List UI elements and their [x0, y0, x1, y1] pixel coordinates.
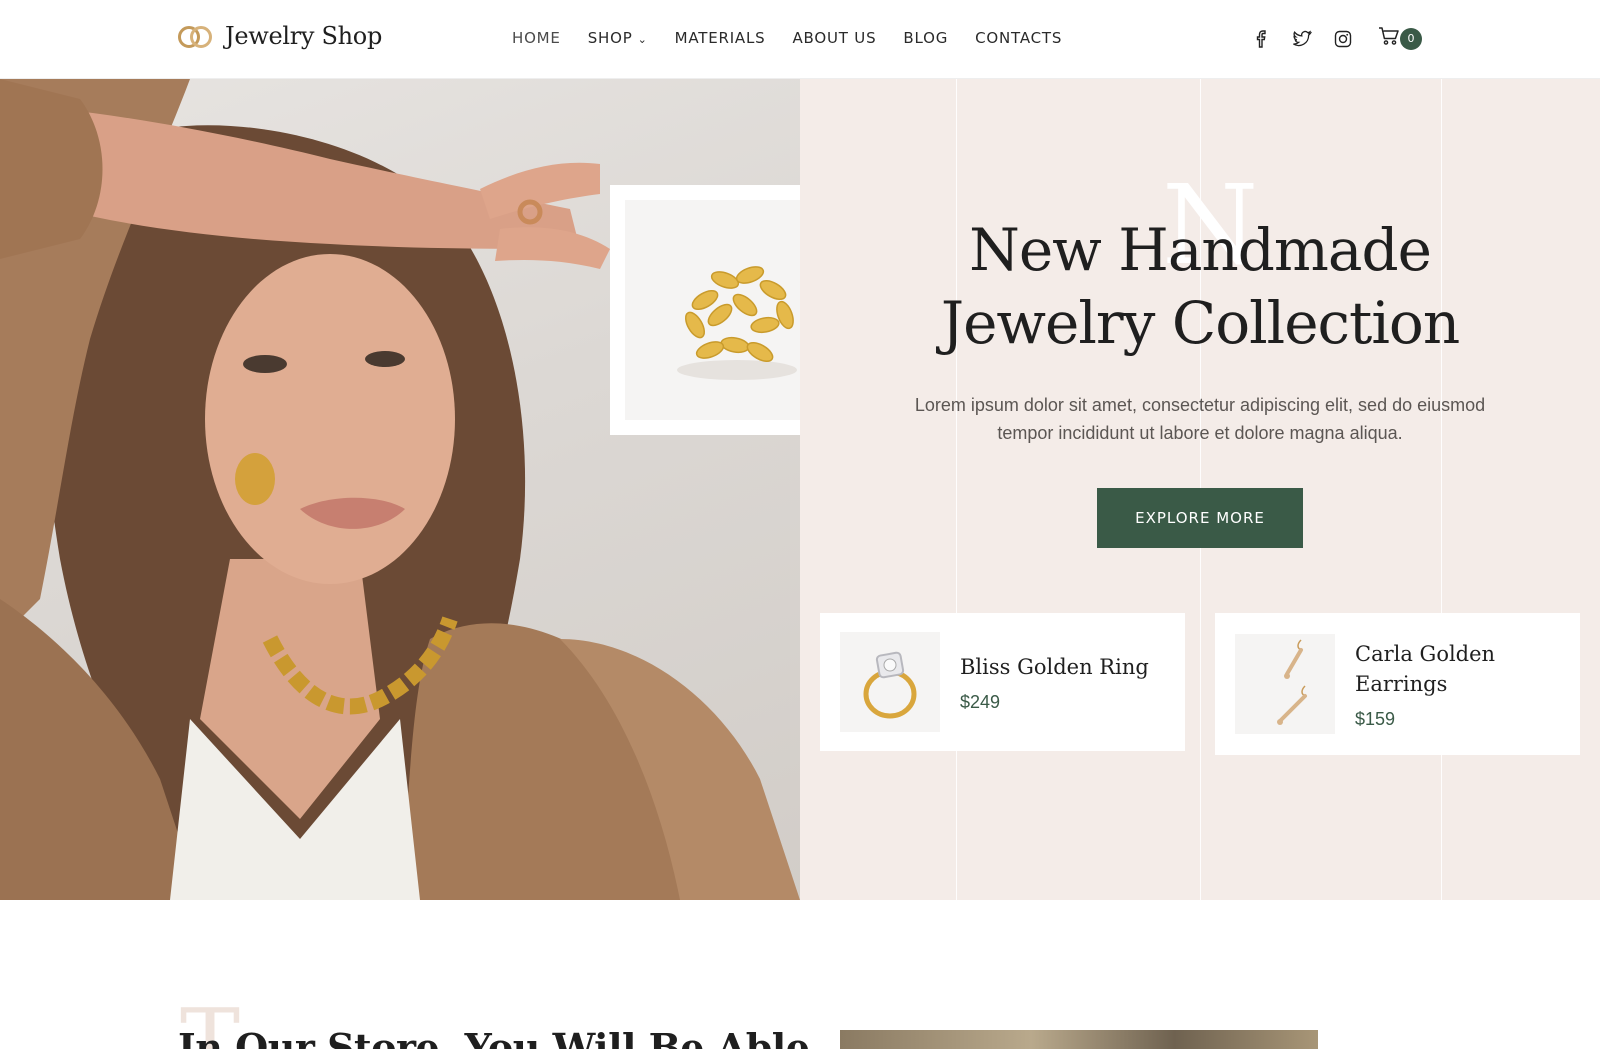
product-card-bliss-ring[interactable]: Bliss Golden Ring $249: [820, 613, 1185, 751]
section-title: In Our Store, You Will Be Able: [178, 1025, 810, 1049]
cart-button[interactable]: 0: [1378, 26, 1422, 51]
cart-icon: [1378, 26, 1400, 51]
cart-count-badge: 0: [1400, 27, 1422, 50]
nav-materials[interactable]: MATERIALS: [675, 29, 766, 47]
instagram-icon[interactable]: [1330, 26, 1356, 52]
site-logo[interactable]: Jewelry Shop: [178, 22, 382, 50]
hero-title: New Handmade Jewelry Collection: [900, 214, 1500, 360]
nav-home-label: HOME: [512, 29, 561, 47]
nav-contacts[interactable]: CONTACTS: [975, 29, 1062, 47]
product-info: Carla Golden Earrings $159: [1355, 639, 1505, 730]
nav-contacts-label: CONTACTS: [975, 29, 1063, 47]
nav-blog[interactable]: BLOG: [903, 29, 948, 47]
store-photo: [840, 1030, 1318, 1049]
site-header: Jewelry Shop HOME SHOP ⌄ MATERIALS ABOUT …: [0, 0, 1600, 79]
hero-description: Lorem ipsum dolor sit amet, consectetur …: [914, 395, 1486, 443]
gold-ring-thumbnail: [840, 632, 940, 732]
product-name: Carla Golden Earrings: [1355, 641, 1496, 696]
decor-line: [1441, 79, 1442, 900]
nav-home[interactable]: HOME: [512, 29, 561, 47]
nav-shop-label: SHOP: [587, 29, 633, 47]
product-name: Bliss Golden Ring: [960, 654, 1149, 679]
logo-text: Jewelry Shop: [225, 22, 383, 50]
twitter-icon[interactable]: [1289, 26, 1315, 52]
gold-earrings-thumbnail: [1235, 634, 1335, 734]
product-price: $249: [960, 691, 1001, 712]
product-info: Bliss Golden Ring $249: [960, 652, 1149, 713]
chevron-down-icon: ⌄: [637, 32, 648, 46]
nav-materials-label: MATERIALS: [674, 29, 766, 47]
rings-logo-icon: [178, 23, 212, 49]
facebook-icon[interactable]: [1248, 26, 1274, 52]
nav-blog-label: BLOG: [903, 29, 949, 47]
social-links: [1248, 26, 1371, 52]
nav-about-label: ABOUT US: [792, 29, 877, 47]
hero-title-line1: New Handmade: [969, 216, 1432, 284]
nav-about-us[interactable]: ABOUT US: [792, 29, 876, 47]
main-nav: HOME SHOP ⌄ MATERIALS ABOUT US BLOG CONTA…: [512, 29, 1089, 47]
product-price: $159: [1355, 708, 1396, 729]
nav-shop[interactable]: SHOP ⌄: [588, 29, 648, 47]
decor-line: [956, 79, 957, 900]
hero-title-line2: Jewelry Collection: [940, 289, 1460, 357]
product-card-carla-earrings[interactable]: Carla Golden Earrings $159: [1215, 613, 1580, 755]
explore-more-button[interactable]: EXPLORE MORE: [1097, 488, 1303, 548]
